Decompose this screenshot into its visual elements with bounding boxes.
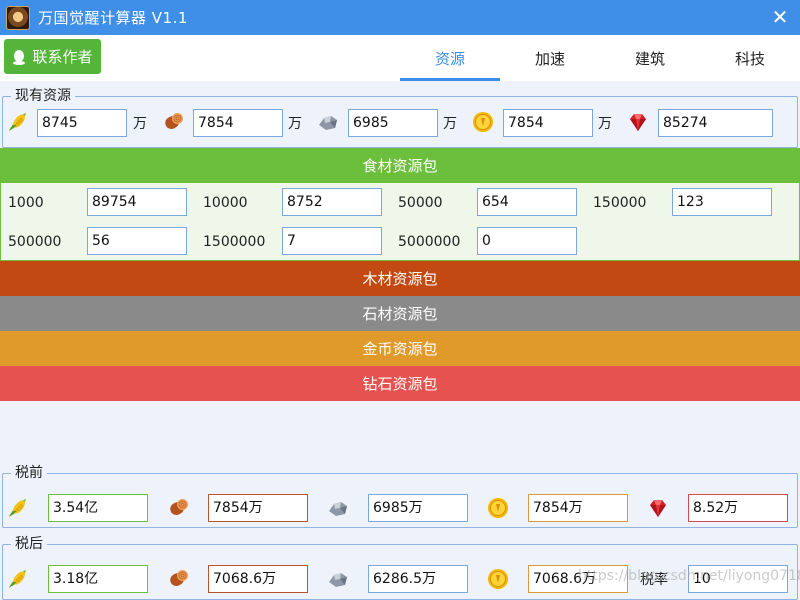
gold-coin-icon [471, 110, 495, 134]
aftertax-food-value[interactable]: 3.18亿 [48, 565, 148, 593]
tab-header: 联系作者 资源 加速 建筑 科技 [0, 35, 800, 81]
aftertax-stone-value[interactable]: 6286.5万 [368, 565, 468, 593]
gold-coin-icon [486, 496, 510, 520]
log-icon [161, 110, 185, 134]
title-bar: 万国觉醒计算器 V1.1 ✕ [0, 0, 800, 35]
window-title: 万国觉醒计算器 V1.1 [38, 9, 188, 27]
tax-rate-input[interactable]: 10 [688, 565, 788, 593]
gold-coin-icon [486, 567, 510, 591]
food-pack-input-50000[interactable]: 654 [477, 188, 577, 216]
stone-unit: 万 [443, 116, 457, 132]
pretax-stone-value[interactable]: 6985万 [368, 494, 468, 522]
tab-resources[interactable]: 资源 [400, 35, 500, 81]
pretax-gem-value[interactable]: 8.52万 [688, 494, 788, 522]
food-pack-input-1000[interactable]: 89754 [87, 188, 187, 216]
pretax-title: 税前 [11, 465, 47, 481]
qq-penguin-icon [13, 49, 26, 65]
tab-technology[interactable]: 科技 [700, 35, 800, 81]
tab-building[interactable]: 建筑 [600, 35, 700, 81]
food-unit: 万 [133, 116, 147, 132]
gem-pack-bar[interactable]: 钻石资源包 [0, 366, 800, 401]
current-stone-input[interactable]: 6985 [348, 109, 438, 137]
food-pack-input-10000[interactable]: 8752 [282, 188, 382, 216]
current-gold-input[interactable]: 7854 [503, 109, 593, 137]
current-wood-input[interactable]: 7854 [193, 109, 283, 137]
current-gem-input[interactable]: 85274 [658, 109, 773, 137]
food-pack-bar[interactable]: 食材资源包 [0, 148, 800, 183]
gold-pack-bar[interactable]: 金币资源包 [0, 331, 800, 366]
gem-icon [646, 496, 670, 520]
food-pack-label-10000: 10000 [203, 195, 248, 211]
stone-icon [316, 110, 340, 134]
food-pack-input-5000000[interactable]: 0 [477, 227, 577, 255]
contact-author-button[interactable]: 联系作者 [4, 39, 101, 74]
current-resources-title: 现有资源 [11, 88, 75, 104]
food-pack-input-500000[interactable]: 56 [87, 227, 187, 255]
aftertax-gold-value[interactable]: 7068.6万 [528, 565, 628, 593]
food-pack-label-50000: 50000 [398, 195, 443, 211]
current-food-input[interactable]: 8745 [37, 109, 127, 137]
corn-icon [6, 567, 30, 591]
log-icon [166, 567, 190, 591]
food-pack-label-500000: 500000 [8, 234, 62, 250]
food-pack-input-1500000[interactable]: 7 [282, 227, 382, 255]
food-pack-input-150000[interactable]: 123 [672, 188, 772, 216]
wood-pack-bar[interactable]: 木材资源包 [0, 261, 800, 296]
gem-icon [626, 110, 650, 134]
pretax-gold-value[interactable]: 7854万 [528, 494, 628, 522]
food-pack-label-1500000: 1500000 [203, 234, 266, 250]
gold-unit: 万 [598, 116, 612, 132]
stone-pack-bar[interactable]: 石材资源包 [0, 296, 800, 331]
pretax-food-value[interactable]: 3.54亿 [48, 494, 148, 522]
wood-unit: 万 [288, 116, 302, 132]
stone-icon [326, 496, 350, 520]
close-button[interactable]: ✕ [768, 5, 792, 29]
food-pack-label-1000: 1000 [8, 195, 44, 211]
pretax-wood-value[interactable]: 7854万 [208, 494, 308, 522]
log-icon [166, 496, 190, 520]
food-pack-label-150000: 150000 [593, 195, 647, 211]
corn-icon [6, 110, 30, 134]
tab-bar: 资源 加速 建筑 科技 [400, 35, 800, 81]
app-logo-icon [6, 5, 30, 30]
aftertax-title: 税后 [11, 536, 47, 552]
food-pack-label-5000000: 5000000 [398, 234, 461, 250]
stone-icon [326, 567, 350, 591]
contact-author-label: 联系作者 [32, 48, 93, 66]
tax-rate-label: 税率 [640, 572, 668, 588]
close-icon: ✕ [771, 5, 789, 29]
aftertax-wood-value[interactable]: 7068.6万 [208, 565, 308, 593]
tab-speedup[interactable]: 加速 [500, 35, 600, 81]
corn-icon [6, 496, 30, 520]
